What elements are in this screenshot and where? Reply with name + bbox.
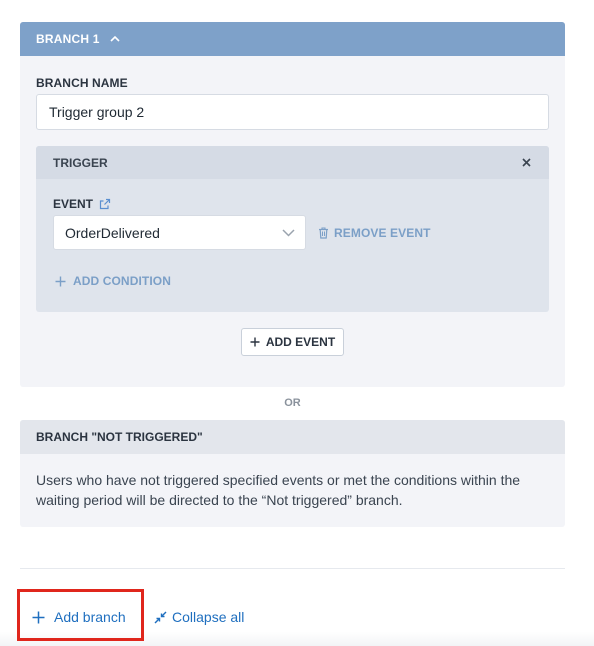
branch-title: BRANCH 1	[36, 32, 100, 46]
or-divider-label: OR	[284, 397, 301, 409]
trash-icon	[318, 227, 329, 239]
add-event-button[interactable]: ADD EVENT	[241, 328, 344, 356]
not-triggered-title: BRANCH "NOT TRIGGERED"	[20, 420, 565, 454]
plus-icon	[55, 276, 66, 287]
event-label-row: EVENT	[53, 197, 111, 211]
trigger-header: TRIGGER	[36, 146, 549, 179]
remove-event-label: REMOVE EVENT	[334, 226, 431, 240]
add-branch-button[interactable]: Add branch	[32, 609, 126, 625]
chevron-down-icon	[281, 226, 295, 240]
add-condition-button[interactable]: ADD CONDITION	[55, 274, 171, 288]
remove-event-button[interactable]: REMOVE EVENT	[318, 226, 431, 240]
branch-name-input[interactable]	[36, 94, 549, 130]
close-icon[interactable]	[519, 156, 533, 170]
footer-divider	[20, 568, 565, 569]
plus-icon	[250, 337, 260, 347]
trigger-title: TRIGGER	[53, 155, 108, 170]
trigger-group: TRIGGER EVENT OrderDelivered REMOVE EVEN…	[36, 146, 549, 312]
event-select-value: OrderDelivered	[65, 224, 160, 241]
add-branch-label: Add branch	[54, 609, 126, 625]
collapse-all-label: Collapse all	[172, 609, 245, 625]
external-link-icon[interactable]	[99, 198, 111, 210]
event-label: EVENT	[53, 197, 94, 211]
collapse-arrows-icon	[154, 611, 167, 624]
not-triggered-card: BRANCH "NOT TRIGGERED" Users who have no…	[20, 420, 565, 527]
branch-header[interactable]: BRANCH 1	[20, 22, 565, 56]
not-triggered-description: Users who have not triggered specified e…	[36, 472, 521, 508]
branch-name-label: BRANCH NAME	[36, 76, 128, 90]
branch-card: BRANCH 1 BRANCH NAME TRIGGER EVENT Or	[20, 22, 565, 387]
plus-icon	[32, 611, 45, 624]
add-condition-label: ADD CONDITION	[73, 274, 171, 288]
add-event-label: ADD EVENT	[265, 335, 336, 349]
event-select[interactable]: OrderDelivered	[53, 215, 306, 250]
collapse-all-button[interactable]: Collapse all	[154, 609, 244, 625]
chevron-up-icon[interactable]	[109, 33, 121, 45]
